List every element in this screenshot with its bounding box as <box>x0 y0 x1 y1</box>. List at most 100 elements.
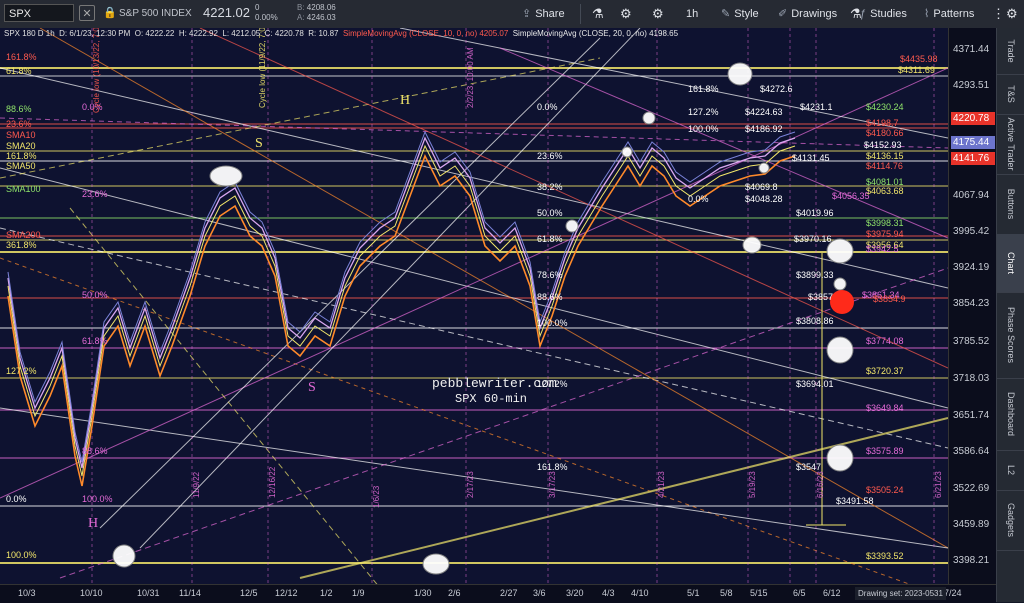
studies-button[interactable]: ƒ Studies <box>860 0 907 28</box>
fib-label-left: SMA200 <box>6 230 41 240</box>
target-marker <box>727 62 753 86</box>
pattern-mark: S <box>255 136 263 151</box>
style-label: Style <box>734 8 759 20</box>
patterns-button[interactable]: ⌇ Patterns <box>924 0 974 28</box>
target-marker <box>209 165 243 187</box>
level-label: $4198.7 <box>866 118 899 128</box>
level-label: $4136.15 <box>866 151 904 161</box>
drawings-button[interactable]: ✐ Drawings <box>778 0 837 28</box>
watermark-chart: SPX 60-min <box>455 392 528 406</box>
side-tab-phase-scores[interactable]: Phase Scores <box>997 292 1024 379</box>
clear-symbol-icon[interactable]: ✕ <box>79 5 95 21</box>
gear-icon[interactable]: ⚙ <box>620 0 632 28</box>
time-axis-label: 5/15 <box>750 588 768 598</box>
time-axis-label: 4/3 <box>602 588 615 598</box>
side-tab-buttons[interactable]: Buttons <box>997 174 1024 235</box>
share-button[interactable]: ⇪ Share <box>522 0 565 28</box>
time-axis-label: 2/6 <box>448 588 461 598</box>
fib-label: 0.0% <box>537 102 558 112</box>
watermark-site: pebblewriter.com <box>432 376 557 391</box>
side-tab-label: Phase Scores <box>1006 306 1016 364</box>
style-button[interactable]: ✎ Style <box>721 0 759 28</box>
fib-label: 23.6% <box>537 151 563 161</box>
target-marker <box>826 336 854 364</box>
level-label: $3998.31 <box>866 218 904 228</box>
target-marker <box>422 553 450 575</box>
side-tab-t-s[interactable]: T&S <box>997 74 1024 115</box>
level-label: $3774.08 <box>866 336 904 346</box>
time-axis-label: 10/10 <box>80 588 103 598</box>
bar-range: R: 10.87 <box>308 29 339 38</box>
time-axis-label: 5/1 <box>687 588 700 598</box>
fib-label-left: 23.6% <box>6 119 32 129</box>
level-label: $4019.96 <box>796 208 834 218</box>
trend-line <box>0 167 948 409</box>
side-tab-chart[interactable]: Chart <box>997 234 1024 293</box>
level-label: $4152.93 <box>864 140 902 150</box>
bar-low: L: 4212.05 <box>222 29 261 38</box>
patterns-icon: ⌇ <box>924 8 930 20</box>
time-axis[interactable]: 10/3 10/10 10/31 11/14 12/5 12/12 1/2 1/9 1/30 2/… <box>0 584 996 603</box>
price-change: 0 0.00% <box>255 3 278 23</box>
price-axis-label: 3398.21 <box>953 555 990 566</box>
pattern-mark: S <box>308 380 316 395</box>
fib-label: 38.2% <box>537 182 563 192</box>
level-label: $4230.24 <box>866 102 904 112</box>
time-axis-label: 10/31 <box>137 588 160 598</box>
fib-label: 0.0% <box>688 194 709 204</box>
fib-label-left: SMA50 <box>6 161 36 171</box>
drawings-label: Drawings <box>791 8 838 20</box>
side-tab-active-trader[interactable]: Active Trader <box>997 114 1024 175</box>
time-axis-label: 2/27 <box>500 588 518 598</box>
side-tab-l2[interactable]: L2 <box>997 450 1024 491</box>
vertical-date-note: Cycle low (10/13/22, 7:00 AM) <box>92 28 101 113</box>
vertical-date-note: 4/21/23 <box>657 471 666 498</box>
more-icon[interactable]: ⋮ <box>992 0 1005 28</box>
last-price: 4221.02 <box>203 5 250 20</box>
fib-label: 161.8% <box>688 84 719 94</box>
target-marker <box>112 544 136 568</box>
level-label: $3942.5 <box>866 244 899 254</box>
side-tab-label: Chart <box>1006 251 1016 275</box>
vertical-date-note: 11/9/22 <box>192 471 201 498</box>
chart-header: SPX 180 D 1h <box>4 29 55 38</box>
settings-icon[interactable]: ⚙ <box>652 0 664 28</box>
time-axis-label: 1/30 <box>414 588 432 598</box>
chart-info-line: SPX 180 D 1h D: 6/1/23, 12:30 PM O: 4222… <box>4 28 678 40</box>
bar-open: O: 4222.22 <box>134 29 175 38</box>
time-axis-label: 12/12 <box>275 588 298 598</box>
settings-more-icon[interactable]: ⚙ <box>1006 0 1018 28</box>
time-axis-label: 7/24 <box>944 588 962 598</box>
time-axis-label: 10/3 <box>18 588 36 598</box>
sma10-price-tag: 4141.76 <box>951 152 995 165</box>
level-label: $4056.35 <box>832 191 870 201</box>
price-axis-label: 3522.69 <box>953 483 990 494</box>
vertical-date-note: 6/16/23 <box>816 471 825 498</box>
level-label: $4114.76 <box>866 161 903 171</box>
level-label: $4435.98 <box>900 54 938 64</box>
fib-label: 100.0% <box>688 124 719 134</box>
ask-label: A: <box>297 13 305 22</box>
change-value: 0 <box>255 3 260 12</box>
time-axis-label: 1/2 <box>320 588 333 598</box>
bid-ask: B: 4208.06 A: 4246.03 <box>297 3 336 23</box>
bid-value: 4208.06 <box>306 3 336 12</box>
drawing-set-label[interactable]: Drawing set: 2023-0531 <box>855 587 946 600</box>
flask-icon[interactable]: ⚗ <box>592 0 604 28</box>
pattern-mark: H <box>88 516 99 531</box>
symbol-input[interactable]: SPX <box>4 4 74 22</box>
chart-canvas[interactable]: $4435.98 $4311.69 $4272.6 $4231.1 $4230.24 $4… <box>0 28 948 584</box>
bar-close: C: 4220.78 <box>264 29 304 38</box>
lock-icon[interactable]: 🔒 <box>103 6 117 19</box>
fib-label-left: 61.8% <box>6 66 32 76</box>
side-tab-dashboard[interactable]: Dashboard <box>997 378 1024 451</box>
vertical-date-note: 2/17/23 <box>466 471 475 498</box>
timeframe-button[interactable]: 1h <box>686 0 698 28</box>
time-axis-label: 3/6 <box>533 588 546 598</box>
fib-label-left: 161.8% <box>6 52 37 62</box>
fib-label-left: 127.2% <box>6 366 37 376</box>
side-tab-gadgets[interactable]: Gadgets <box>997 490 1024 551</box>
level-label: $3491.58 <box>836 496 874 506</box>
side-tab-trade[interactable]: Trade <box>997 28 1024 75</box>
price-axis[interactable]: 4371.44 4293.51 4220.78 4175.44 4141.76 4067.… <box>948 28 997 584</box>
